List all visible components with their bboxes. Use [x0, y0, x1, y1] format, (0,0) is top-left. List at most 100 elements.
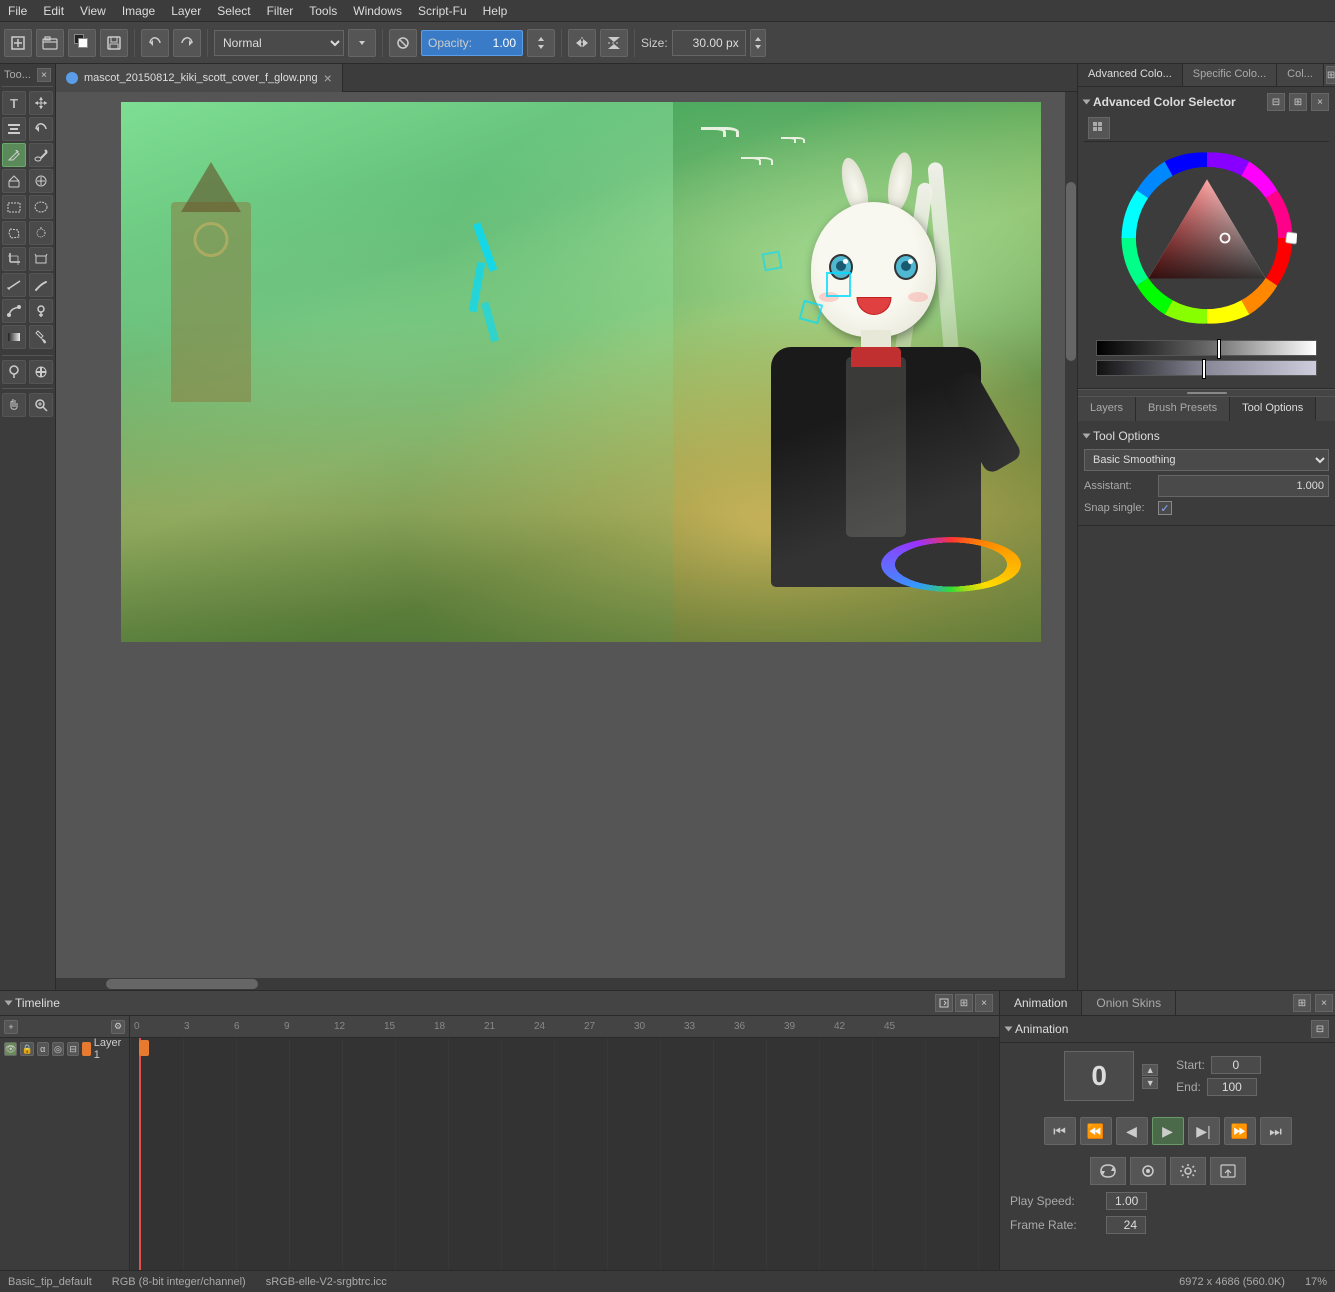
animation-tab[interactable]: Animation [1000, 991, 1082, 1015]
tool-options-title[interactable]: Tool Options [1084, 429, 1329, 443]
open-button[interactable] [36, 29, 64, 57]
pencil-tool[interactable] [2, 143, 26, 167]
layer-onion-btn[interactable]: ◎ [52, 1042, 64, 1056]
anim-record-btn[interactable] [1130, 1157, 1166, 1185]
measure-tool[interactable] [2, 273, 26, 297]
menu-windows[interactable]: Windows [345, 2, 410, 20]
snap-single-checkbox[interactable]: ✓ [1158, 501, 1172, 515]
anim-export-btn[interactable] [1210, 1157, 1246, 1185]
layer-lock-btn[interactable]: 🔒 [20, 1042, 33, 1056]
perspective-tool[interactable] [29, 247, 53, 271]
undo-button[interactable] [141, 29, 169, 57]
size-stepper[interactable] [750, 29, 766, 57]
paths-tool[interactable] [2, 299, 26, 323]
rotate-tool[interactable] [29, 117, 53, 141]
anim-settings-btn[interactable] [1170, 1157, 1206, 1185]
rect-select-tool[interactable] [2, 195, 26, 219]
gradient-handle-1[interactable] [1217, 339, 1221, 359]
reset-opacity-button[interactable] [389, 29, 417, 57]
anim-skip-end-btn[interactable]: ⏭ [1260, 1117, 1292, 1145]
tl-settings-btn[interactable]: ⚙ [111, 1020, 125, 1034]
paintbrush-tool[interactable] [29, 143, 53, 167]
zoom-tool[interactable] [29, 393, 53, 417]
menu-script[interactable]: Script-Fu [410, 2, 475, 20]
frame-number[interactable]: 0 [1064, 1051, 1134, 1101]
color-gradient-bar-1[interactable] [1096, 340, 1317, 356]
timeline-title[interactable]: Timeline [6, 996, 60, 1010]
advanced-color-tab[interactable]: Advanced Colo... [1078, 64, 1183, 86]
new-button[interactable] [4, 29, 32, 57]
canvas-scrollbar-h[interactable] [56, 978, 1065, 990]
scrollbar-v-thumb[interactable] [1066, 182, 1076, 362]
mode-options-button[interactable] [348, 29, 376, 57]
color-gradient-bar-2[interactable] [1096, 360, 1317, 376]
menu-image[interactable]: Image [114, 2, 163, 20]
timeline-close-btn[interactable]: × [975, 994, 993, 1012]
timeline-add-frame-btn[interactable] [935, 994, 953, 1012]
opacity-input[interactable] [476, 36, 516, 50]
end-value[interactable]: 100 [1207, 1078, 1257, 1096]
move-tool[interactable] [29, 91, 53, 115]
color-grid-icon[interactable] [1088, 117, 1110, 139]
tl-playhead[interactable] [139, 1038, 141, 1270]
anim-play-btn[interactable]: ▶ [1152, 1117, 1184, 1145]
bucket-fill-tool[interactable] [29, 325, 53, 349]
menu-layer[interactable]: Layer [163, 2, 209, 20]
anim-skip-start-btn[interactable]: ⏮ [1044, 1117, 1076, 1145]
anim-loop-btn[interactable] [1090, 1157, 1126, 1185]
smudge-tool[interactable] [29, 273, 53, 297]
menu-file[interactable]: File [0, 2, 35, 20]
redo-button[interactable] [173, 29, 201, 57]
tl-frame-cell[interactable] [139, 1040, 149, 1056]
layer-visibility-btn[interactable]: 👁 [4, 1042, 17, 1056]
color-wheel[interactable] [1117, 148, 1297, 328]
crop-tool[interactable] [2, 247, 26, 271]
frame-step-up[interactable]: ▲ [1142, 1064, 1158, 1076]
tool-options-tab[interactable]: Tool Options [1230, 397, 1316, 421]
blend-mode-select[interactable]: Normal Dissolve Multiply Screen [214, 30, 344, 56]
menu-filter[interactable]: Filter [259, 2, 302, 20]
color-close-btn[interactable]: × [1311, 93, 1329, 111]
anim-close-btn[interactable]: × [1315, 994, 1333, 1012]
toolbox-close-btn[interactable]: × [37, 68, 51, 82]
gradient-handle-2[interactable] [1202, 359, 1206, 379]
anim-float-btn[interactable]: ⊞ [1293, 994, 1311, 1012]
start-value[interactable]: 0 [1211, 1056, 1261, 1074]
brush-presets-tab[interactable]: Brush Presets [1136, 397, 1230, 421]
layers-tab[interactable]: Layers [1078, 397, 1136, 421]
menu-view[interactable]: View [72, 2, 114, 20]
specific-color-tab[interactable]: Specific Colo... [1183, 64, 1277, 86]
fg-bg-color[interactable] [68, 29, 96, 57]
smoothing-select[interactable]: Basic Smoothing No Smoothing Weighted Sm… [1084, 449, 1329, 471]
canvas-scrollbar-v[interactable] [1065, 92, 1077, 990]
anim-options-btn[interactable]: ⊟ [1311, 1020, 1329, 1038]
timeline-float-btn[interactable]: ⊞ [955, 994, 973, 1012]
timeline-right[interactable]: 0 3 6 9 12 15 18 21 24 27 30 33 36 39 42… [130, 1016, 999, 1270]
assistant-input[interactable] [1158, 475, 1329, 497]
layer-alpha-btn[interactable]: α [37, 1042, 49, 1056]
canvas-viewport[interactable] [56, 92, 1077, 990]
flip-v-button[interactable] [600, 29, 628, 57]
menu-edit[interactable]: Edit [35, 2, 72, 20]
free-select-tool[interactable] [2, 221, 26, 245]
fuzzy-select-tool[interactable] [29, 221, 53, 245]
scrollbar-h-thumb[interactable] [106, 979, 257, 989]
flip-h-button[interactable] [568, 29, 596, 57]
anim-panel-title[interactable]: Animation [1006, 1022, 1068, 1036]
menu-help[interactable]: Help [475, 2, 516, 20]
frame-step-down[interactable]: ▼ [1142, 1077, 1158, 1089]
timeline-cells[interactable] [130, 1038, 999, 1270]
right-panel-float-btn[interactable]: ⊞ [1326, 66, 1335, 84]
play-speed-value[interactable]: 1.00 [1106, 1192, 1147, 1210]
anim-prev-frame-btn[interactable]: ⏪ [1080, 1117, 1112, 1145]
dodge-burn-tool[interactable] [2, 360, 26, 384]
eraser-tool[interactable] [2, 169, 26, 193]
color-picker-tool[interactable] [29, 299, 53, 323]
anim-next-frame-btn[interactable]: ⏩ [1224, 1117, 1256, 1145]
anim-step-back-btn[interactable]: ◀ [1116, 1117, 1148, 1145]
color-float-btn[interactable]: ⊞ [1289, 93, 1307, 111]
canvas-tab[interactable]: mascot_20150812_kiki_scott_cover_f_glow.… [56, 64, 343, 92]
menu-tools[interactable]: Tools [301, 2, 345, 20]
align-tool[interactable] [2, 117, 26, 141]
color-options-btn[interactable]: ⊟ [1267, 93, 1285, 111]
